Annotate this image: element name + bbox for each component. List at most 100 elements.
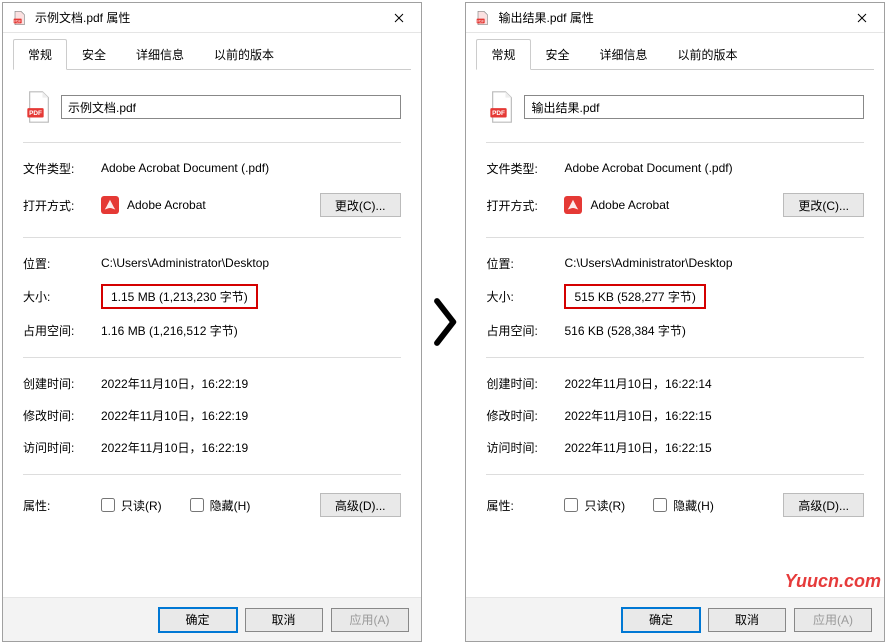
value-modified: 2022年11月10日，16:22:15 xyxy=(564,407,864,424)
divider xyxy=(23,237,401,238)
titlebar: PDF 输出结果.pdf 属性 xyxy=(466,3,884,33)
divider xyxy=(23,474,401,475)
value-created: 2022年11月10日，16:22:19 xyxy=(101,375,401,392)
label-sizedisk: 占用空间: xyxy=(486,322,564,339)
value-sizedisk: 1.16 MB (1,216,512 字节) xyxy=(101,322,401,339)
label-location: 位置: xyxy=(23,255,101,272)
label-created: 创建时间: xyxy=(23,375,101,392)
value-openwith: Adobe Acrobat xyxy=(127,198,206,212)
hidden-input[interactable] xyxy=(653,498,667,512)
close-button[interactable] xyxy=(385,8,413,28)
label-openwith: 打开方式: xyxy=(23,197,101,214)
cancel-button[interactable]: 取消 xyxy=(245,608,323,632)
pdf-file-icon: PDF xyxy=(23,88,55,126)
tab-details[interactable]: 详细信息 xyxy=(585,39,663,70)
close-button[interactable] xyxy=(848,8,876,28)
filename-input[interactable] xyxy=(61,95,401,119)
divider xyxy=(486,237,864,238)
tab-details[interactable]: 详细信息 xyxy=(121,39,199,70)
change-button[interactable]: 更改(C)... xyxy=(320,193,401,217)
value-modified: 2022年11月10日，16:22:19 xyxy=(101,407,401,424)
pdf-file-icon: PDF xyxy=(486,88,518,126)
readonly-checkbox[interactable]: 只读(R) xyxy=(101,497,162,514)
change-button[interactable]: 更改(C)... xyxy=(783,193,864,217)
titlebar: PDF 示例文档.pdf 属性 xyxy=(3,3,421,33)
label-location: 位置: xyxy=(486,255,564,272)
value-filetype: Adobe Acrobat Document (.pdf) xyxy=(564,161,864,175)
divider xyxy=(486,474,864,475)
pdf-icon: PDF xyxy=(474,10,490,26)
hidden-label: 隐藏(H) xyxy=(210,497,251,514)
tab-general[interactable]: 常规 xyxy=(13,39,67,70)
svg-text:PDF: PDF xyxy=(478,19,485,23)
label-filetype: 文件类型: xyxy=(486,160,564,177)
hidden-checkbox[interactable]: 隐藏(H) xyxy=(190,497,251,514)
tab-general[interactable]: 常规 xyxy=(476,39,530,70)
acrobat-icon xyxy=(564,196,582,214)
content-panel: PDF 文件类型:Adobe Acrobat Document (.pdf) 打… xyxy=(3,70,421,597)
value-size: 1.15 MB (1,213,230 字节) xyxy=(101,284,258,309)
readonly-label: 只读(R) xyxy=(584,497,625,514)
content-panel: PDF 文件类型:Adobe Acrobat Document (.pdf) 打… xyxy=(466,70,884,597)
tab-security[interactable]: 安全 xyxy=(531,39,585,70)
cancel-button[interactable]: 取消 xyxy=(708,608,786,632)
hidden-input[interactable] xyxy=(190,498,204,512)
pdf-icon: PDF xyxy=(11,10,27,26)
close-icon xyxy=(857,13,867,23)
label-attrs: 属性: xyxy=(486,497,564,514)
label-openwith: 打开方式: xyxy=(486,197,564,214)
value-location: C:\Users\Administrator\Desktop xyxy=(564,256,864,270)
svg-text:PDF: PDF xyxy=(29,110,42,117)
readonly-checkbox[interactable]: 只读(R) xyxy=(564,497,625,514)
divider xyxy=(23,142,401,143)
readonly-input[interactable] xyxy=(101,498,115,512)
value-filetype: Adobe Acrobat Document (.pdf) xyxy=(101,161,401,175)
value-accessed: 2022年11月10日，16:22:19 xyxy=(101,439,401,456)
label-filetype: 文件类型: xyxy=(23,160,101,177)
advanced-button[interactable]: 高级(D)... xyxy=(783,493,864,517)
value-created: 2022年11月10日，16:22:14 xyxy=(564,375,864,392)
label-sizedisk: 占用空间: xyxy=(23,322,101,339)
acrobat-icon xyxy=(101,196,119,214)
divider xyxy=(486,142,864,143)
hidden-label: 隐藏(H) xyxy=(673,497,714,514)
tab-previous[interactable]: 以前的版本 xyxy=(199,39,289,70)
label-accessed: 访问时间: xyxy=(486,439,564,456)
label-modified: 修改时间: xyxy=(23,407,101,424)
properties-dialog-right: PDF 输出结果.pdf 属性 常规 安全 详细信息 以前的版本 PDF 文件类… xyxy=(465,2,885,642)
tabs: 常规 安全 详细信息 以前的版本 xyxy=(3,33,421,70)
ok-button[interactable]: 确定 xyxy=(159,608,237,632)
readonly-label: 只读(R) xyxy=(121,497,162,514)
filename-input[interactable] xyxy=(524,95,864,119)
tabs: 常规 安全 详细信息 以前的版本 xyxy=(466,33,884,70)
value-location: C:\Users\Administrator\Desktop xyxy=(101,256,401,270)
properties-dialog-left: PDF 示例文档.pdf 属性 常规 安全 详细信息 以前的版本 PDF 文件类… xyxy=(2,2,422,642)
tab-security[interactable]: 安全 xyxy=(67,39,121,70)
tab-previous[interactable]: 以前的版本 xyxy=(663,39,753,70)
label-modified: 修改时间: xyxy=(486,407,564,424)
dialog-title: 输出结果.pdf 属性 xyxy=(498,9,848,26)
bottom-bar: 确定 取消 应用(A) xyxy=(3,597,421,641)
value-sizedisk: 516 KB (528,384 字节) xyxy=(564,322,864,339)
value-openwith: Adobe Acrobat xyxy=(590,198,669,212)
divider xyxy=(486,357,864,358)
svg-text:PDF: PDF xyxy=(14,19,21,23)
close-icon xyxy=(394,13,404,23)
advanced-button[interactable]: 高级(D)... xyxy=(320,493,401,517)
apply-button[interactable]: 应用(A) xyxy=(331,608,409,632)
dialog-title: 示例文档.pdf 属性 xyxy=(35,9,385,26)
divider xyxy=(23,357,401,358)
label-created: 创建时间: xyxy=(486,375,564,392)
ok-button[interactable]: 确定 xyxy=(622,608,700,632)
apply-button[interactable]: 应用(A) xyxy=(794,608,872,632)
label-attrs: 属性: xyxy=(23,497,101,514)
readonly-input[interactable] xyxy=(564,498,578,512)
svg-text:PDF: PDF xyxy=(493,110,506,117)
value-size: 515 KB (528,277 字节) xyxy=(564,284,705,309)
label-size: 大小: xyxy=(486,288,564,305)
comparison-arrow-icon xyxy=(422,294,466,350)
value-accessed: 2022年11月10日，16:22:15 xyxy=(564,439,864,456)
hidden-checkbox[interactable]: 隐藏(H) xyxy=(653,497,714,514)
label-accessed: 访问时间: xyxy=(23,439,101,456)
label-size: 大小: xyxy=(23,288,101,305)
